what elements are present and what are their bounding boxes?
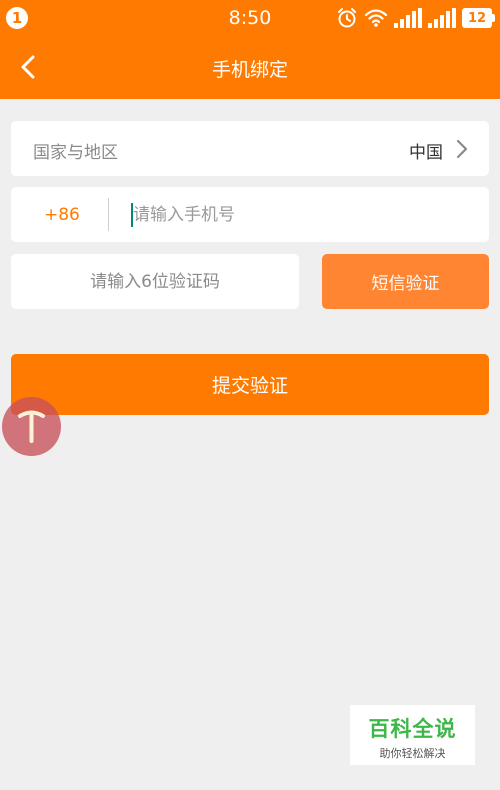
- watermark-logo: 百科全说 助你轻松解决: [350, 705, 475, 765]
- country-selector[interactable]: 国家与地区 中国: [11, 121, 489, 176]
- status-icons: 12: [336, 7, 495, 29]
- submit-button[interactable]: 提交验证: [11, 354, 489, 415]
- chevron-right-icon: [456, 139, 468, 159]
- signal-icon: [428, 8, 456, 28]
- country-label: 国家与地区: [33, 143, 118, 163]
- phone-row: +86: [11, 187, 489, 242]
- verification-code-input[interactable]: [11, 254, 299, 309]
- phone-prefix[interactable]: +86: [44, 205, 80, 225]
- country-value: 中国: [409, 143, 443, 163]
- status-bar: 1 8:50 12: [0, 0, 500, 36]
- wifi-icon: [364, 9, 388, 27]
- watermark-title: 百科全说: [368, 717, 457, 741]
- title-bar: 手机绑定: [0, 36, 500, 99]
- t-tool-icon: [18, 410, 45, 443]
- divider: [108, 198, 109, 231]
- sms-verify-button[interactable]: 短信验证: [322, 254, 489, 309]
- floating-tool-button[interactable]: [2, 397, 61, 456]
- phone-input[interactable]: [133, 197, 463, 233]
- battery-icon: 12: [462, 8, 495, 28]
- watermark-subtitle: 助你轻松解决: [379, 747, 446, 760]
- code-row: [11, 254, 299, 309]
- alarm-icon: [338, 8, 356, 28]
- page-title: 手机绑定: [211, 59, 288, 81]
- signal-icon: [394, 8, 422, 28]
